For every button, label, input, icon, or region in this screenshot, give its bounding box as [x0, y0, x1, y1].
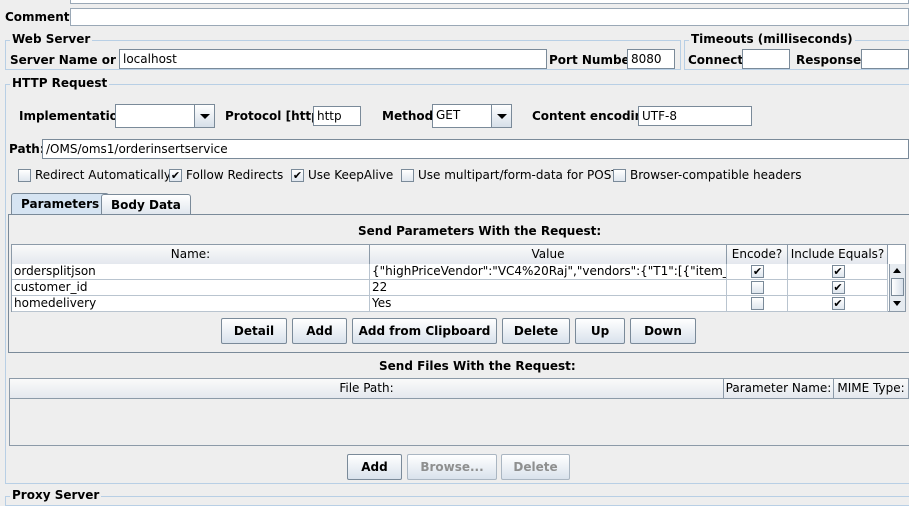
encode-checkbox[interactable] [751, 297, 764, 310]
table-scrollbar[interactable] [889, 264, 905, 311]
path-label: Path: [9, 142, 45, 156]
param-value-cell[interactable]: 22 [370, 280, 727, 296]
response-timeout-input[interactable] [861, 49, 909, 69]
add-parameter-button[interactable]: Add [292, 318, 347, 344]
column-header-value[interactable]: Value [370, 245, 727, 265]
top-comments-strip[interactable] [70, 0, 909, 4]
implementation-select[interactable] [115, 104, 215, 128]
column-header-name[interactable]: Name: [12, 245, 370, 265]
column-header-include-equals[interactable]: Include Equals? [788, 245, 888, 265]
scroll-up-arrow-icon[interactable] [893, 268, 901, 273]
encode-checkbox[interactable]: ✔ [751, 265, 764, 278]
scroll-thumb[interactable] [891, 278, 904, 296]
tab-parameters[interactable]: Parameters [11, 193, 110, 216]
follow-redirects-checkbox[interactable]: ✔ [169, 169, 182, 182]
detail-button[interactable]: Detail [221, 318, 287, 344]
comments-field[interactable] [70, 8, 909, 26]
browse-button[interactable]: Browse... [407, 454, 497, 480]
browser-compatible-headers-checkbox[interactable] [613, 169, 626, 182]
add-file-button[interactable]: Add [347, 454, 402, 480]
down-button[interactable]: Down [630, 318, 696, 344]
proxy-server-group: Proxy Server [5, 488, 909, 506]
param-name-cell[interactable]: customer_id [12, 280, 370, 296]
proxy-server-title: Proxy Server [10, 488, 102, 503]
param-include-equals-cell[interactable]: ✔ [788, 296, 888, 312]
param-encode-cell[interactable]: ✔ [727, 264, 788, 280]
tab-body-data[interactable]: Body Data [101, 194, 191, 216]
column-header-encode[interactable]: Encode? [727, 245, 788, 265]
column-header-file-path[interactable]: File Path: [10, 379, 724, 399]
path-input[interactable]: /OMS/oms1/orderinsertservice [42, 139, 909, 159]
param-value-cell[interactable]: {"highPriceVendor":"VC4%20Raj","vendors"… [370, 264, 727, 280]
column-header-parameter-name[interactable]: Parameter Name: [724, 379, 834, 399]
include-equals-checkbox[interactable]: ✔ [831, 281, 845, 294]
param-name-cell[interactable]: ordersplitjson [12, 264, 370, 280]
redirect-automatically-checkbox[interactable] [18, 169, 31, 182]
param-encode-cell[interactable] [727, 296, 788, 312]
send-parameters-title: Send Parameters With the Request: [358, 224, 602, 238]
use-multipart-label: Use multipart/form-data for POST [418, 168, 619, 182]
use-multipart-checkbox[interactable] [401, 169, 414, 182]
response-label: Response: [796, 53, 866, 67]
method-value: GET [436, 108, 461, 122]
encode-checkbox[interactable] [751, 281, 764, 294]
delete-file-button[interactable]: Delete [501, 454, 570, 480]
param-value-cell[interactable]: Yes [370, 296, 727, 312]
browser-compatible-headers-label: Browser-compatible headers [630, 168, 802, 182]
param-encode-cell[interactable] [727, 280, 788, 296]
use-keepalive-checkbox[interactable]: ✔ [291, 169, 304, 182]
scroll-down-arrow-icon[interactable] [893, 301, 901, 306]
add-from-clipboard-button[interactable]: Add from Clipboard [352, 318, 497, 344]
content-encoding-input[interactable]: UTF-8 [638, 106, 752, 126]
timeouts-title: Timeouts (milliseconds) [689, 32, 855, 47]
use-keepalive-label: Use KeepAlive [308, 168, 394, 182]
http-request-title: HTTP Request [10, 76, 110, 91]
send-files-title: Send Files With the Request: [379, 359, 576, 373]
chevron-down-icon[interactable] [194, 105, 214, 127]
include-equals-checkbox[interactable]: ✔ [831, 297, 845, 310]
up-button[interactable]: Up [575, 318, 625, 344]
redirect-automatically-label: Redirect Automatically [35, 168, 171, 182]
param-name-cell[interactable]: homedelivery [12, 296, 370, 312]
port-number-input[interactable]: 8080 [627, 49, 675, 69]
column-header-mime-type[interactable]: MIME Type: [834, 379, 909, 399]
method-label: Method: [382, 109, 438, 123]
server-name-input[interactable]: localhost [119, 49, 547, 69]
connect-timeout-input[interactable] [742, 49, 790, 69]
follow-redirects-label: Follow Redirects [186, 168, 284, 182]
param-include-equals-cell[interactable]: ✔ [788, 264, 888, 280]
include-equals-checkbox[interactable]: ✔ [831, 265, 845, 278]
protocol-input[interactable]: http [313, 106, 361, 126]
chevron-down-icon[interactable] [491, 105, 511, 127]
connect-label: Connect: [688, 53, 748, 67]
method-select[interactable]: GET [432, 104, 512, 128]
delete-parameter-button[interactable]: Delete [502, 318, 570, 344]
web-server-title: Web Server [10, 32, 93, 47]
param-include-equals-cell[interactable]: ✔ [788, 280, 888, 296]
